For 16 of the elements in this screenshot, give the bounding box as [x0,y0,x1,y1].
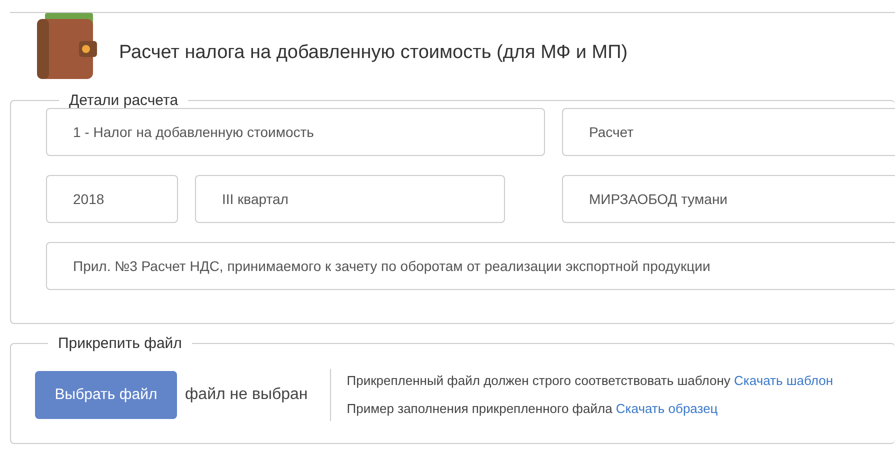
download-link[interactable]: Скачать шаблон [734,373,834,388]
download-link[interactable]: Скачать образец [616,401,718,416]
note-text: Пример заполнения прикрепленного файла Скачать образец [346,400,719,418]
input-field[interactable]: 1 - Налог на добавленную стоимость [46,108,545,156]
input-field[interactable]: 2018 [46,175,178,223]
input-field[interactable]: МИРЗАОБОД тумани [562,175,895,223]
input-field[interactable]: Прил. №3 Расчет НДС, принимаемого к зачету по оборотам от реализации экспортной продукции [46,242,895,290]
input-field[interactable]: Расчет [562,108,895,156]
section-legend: Прикрепить файл [48,336,192,351]
input-field[interactable]: III квартал [195,175,505,223]
wallet-icon [37,13,97,79]
choose-file-button[interactable]: Выбрать файл [35,371,177,419]
page-title: Расчет налога на добавленную стоимость (для МФ и МП) [119,40,628,65]
note-text: Прикрепленный файл должен строго соответствовать шаблону Скачать шаблон [346,372,834,390]
section-legend: Детали расчета [59,93,188,108]
file-status: файл не выбран [185,385,308,405]
